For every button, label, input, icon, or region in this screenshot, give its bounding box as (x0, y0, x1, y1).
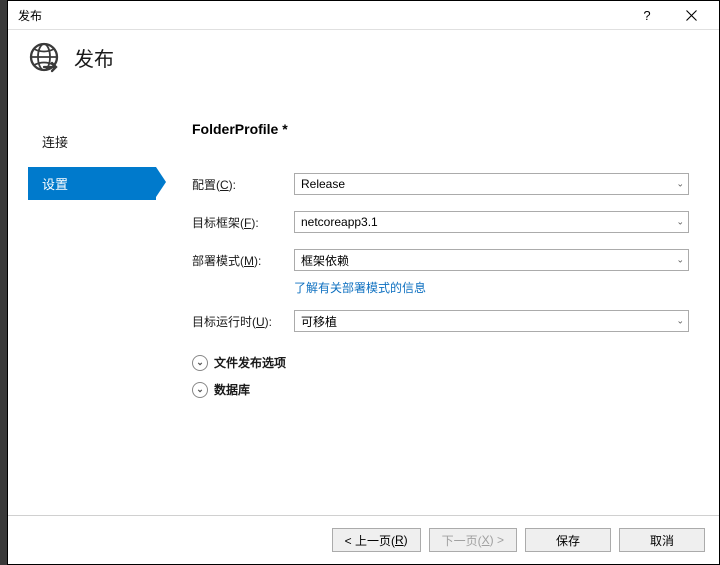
chevron-down-icon: ⌄ (192, 355, 208, 371)
database-expander[interactable]: ⌄ 数据库 (192, 381, 689, 398)
expander-label: 数据库 (214, 381, 250, 398)
framework-label: 目标框架(F): (192, 214, 294, 231)
sidebar-item-connection[interactable]: 连接 (28, 125, 156, 158)
runtime-row: 目标运行时(U): 可移植 ⌄ (192, 310, 689, 332)
config-row: 配置(C): Release ⌄ (192, 173, 689, 195)
config-value: Release (301, 177, 345, 191)
profile-name: FolderProfile * (192, 121, 689, 137)
chevron-down-icon: ⌄ (676, 316, 684, 327)
close-icon (686, 10, 697, 21)
save-button[interactable]: 保存 (525, 528, 611, 552)
sidebar-item-settings[interactable]: 设置 (28, 167, 156, 200)
runtime-value: 可移植 (301, 313, 337, 330)
publish-dialog: 发布 ? 发布 连接 设置 Fol (7, 0, 720, 565)
close-button[interactable] (669, 10, 713, 21)
file-publish-expander[interactable]: ⌄ 文件发布选项 (192, 354, 689, 371)
framework-row: 目标框架(F): netcoreapp3.1 ⌄ (192, 211, 689, 233)
deployment-label: 部署模式(M): (192, 252, 294, 269)
globe-publish-icon (28, 41, 60, 73)
dialog-title: 发布 (74, 43, 114, 72)
help-button[interactable]: ? (625, 8, 669, 23)
framework-value: netcoreapp3.1 (301, 215, 378, 229)
config-label: 配置(C): (192, 176, 294, 193)
chevron-down-icon: ⌄ (676, 217, 684, 228)
config-select[interactable]: Release ⌄ (294, 173, 689, 195)
window-title: 发布 (18, 7, 625, 24)
chevron-down-icon: ⌄ (676, 255, 684, 266)
deployment-select[interactable]: 框架依赖 ⌄ (294, 249, 689, 271)
expander-label: 文件发布选项 (214, 354, 286, 371)
cancel-button[interactable]: 取消 (619, 528, 705, 552)
chevron-down-icon: ⌄ (192, 382, 208, 398)
chevron-down-icon: ⌄ (676, 179, 684, 190)
runtime-select[interactable]: 可移植 ⌄ (294, 310, 689, 332)
dialog-body: 连接 设置 FolderProfile * 配置(C): Release ⌄ 目… (8, 95, 719, 515)
deployment-info-link[interactable]: 了解有关部署模式的信息 (294, 279, 689, 296)
prev-button[interactable]: < 上一页(R) (332, 528, 421, 552)
framework-select[interactable]: netcoreapp3.1 ⌄ (294, 211, 689, 233)
runtime-label: 目标运行时(U): (192, 313, 294, 330)
sidebar: 连接 设置 (8, 95, 156, 515)
dialog-header: 发布 (8, 30, 719, 95)
sidebar-item-label: 连接 (42, 135, 68, 150)
next-button: 下一页(X) > (429, 528, 517, 552)
titlebar: 发布 ? (8, 1, 719, 30)
main-panel: FolderProfile * 配置(C): Release ⌄ 目标框架(F)… (156, 95, 719, 515)
deployment-value: 框架依赖 (301, 252, 349, 269)
dialog-footer: < 上一页(R) 下一页(X) > 保存 取消 (8, 515, 719, 564)
deployment-row: 部署模式(M): 框架依赖 ⌄ (192, 249, 689, 271)
sidebar-item-label: 设置 (42, 177, 68, 192)
